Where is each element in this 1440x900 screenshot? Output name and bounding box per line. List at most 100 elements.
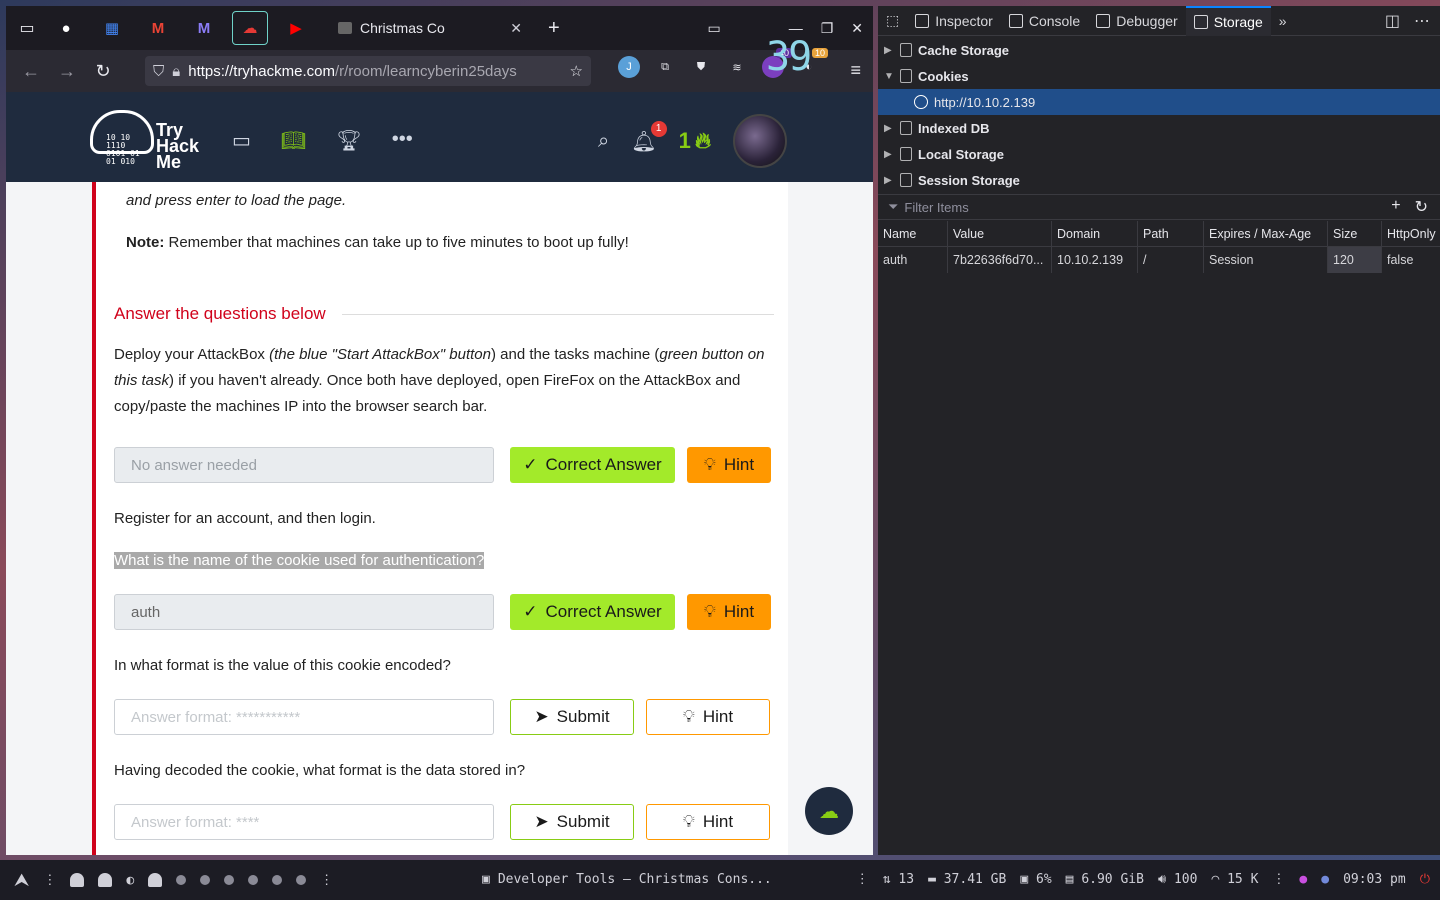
dashboard-icon[interactable]: ▭: [232, 128, 251, 153]
memory-status[interactable]: ▤ 6.90 GiB: [1066, 872, 1144, 887]
tree-item-session-storage[interactable]: ▶ Session Storage: [878, 167, 1440, 193]
gmail-pinned-tab-icon[interactable]: M: [140, 11, 176, 45]
element-picker-icon[interactable]: ⬚: [878, 6, 907, 36]
q3-answer-field[interactable]: auth: [114, 594, 494, 630]
tryhackme-logo[interactable]: 10 10 1110 0101 01 01 010 Try Hack Me: [90, 108, 210, 171]
calendar-pinned-tab-icon[interactable]: ▦: [94, 11, 130, 45]
devtools-menu-icon[interactable]: ⋯: [1414, 11, 1430, 31]
tab-list-icon[interactable]: ▭: [707, 20, 720, 37]
chat-assistant-button[interactable]: ☁: [805, 787, 853, 835]
cookie-path-cell[interactable]: /: [1138, 247, 1204, 273]
search-icon[interactable]: ⌕: [598, 130, 609, 153]
tree-item-local-storage[interactable]: ▶ Local Storage: [878, 141, 1440, 167]
workspace-ghost-icon[interactable]: [148, 873, 163, 887]
cpu-status[interactable]: ▣ 6%: [1020, 872, 1051, 887]
column-header[interactable]: Expires / Max-Age: [1204, 220, 1328, 247]
q5-submit-button[interactable]: ➤ Submit: [510, 804, 634, 840]
new-tab-icon[interactable]: +: [548, 17, 560, 40]
column-header[interactable]: Path: [1138, 220, 1204, 247]
tree-item-indexed-db[interactable]: ▶ Indexed DB: [878, 115, 1440, 141]
tryhackme-pinned-tab-icon[interactable]: ☁: [232, 11, 268, 45]
add-item-icon[interactable]: +: [1391, 197, 1400, 217]
column-header[interactable]: Domain: [1052, 220, 1138, 247]
workspace-dot-icon[interactable]: [176, 875, 187, 885]
forward-icon[interactable]: →: [52, 56, 82, 86]
q4-submit-button[interactable]: ➤ Submit: [510, 699, 634, 735]
tree-item-cookies[interactable]: ▼ Cookies: [878, 63, 1440, 89]
tab-inspector[interactable]: Inspector: [907, 6, 1001, 36]
ublock-icon[interactable]: ⛊: [690, 56, 712, 78]
q3-correct-answer-button[interactable]: ✓ Correct Answer: [510, 594, 675, 630]
streak-counter[interactable]: 1 🔥︎: [679, 128, 711, 154]
menu-icon[interactable]: ≡: [850, 60, 861, 81]
workspace-ghost-icon[interactable]: [70, 873, 85, 887]
reload-icon[interactable]: ↻: [88, 56, 118, 86]
tab-christmas[interactable]: Christmas Co ✕: [330, 11, 530, 45]
q4-answer-input[interactable]: Answer format: ***********: [114, 699, 494, 735]
workspace-pacman-icon[interactable]: ◐: [126, 873, 134, 888]
refresh-icon[interactable]: ↻: [1415, 197, 1428, 217]
workspace-dot-icon[interactable]: [224, 875, 235, 885]
column-header[interactable]: HttpOnly: [1382, 221, 1440, 247]
trophy-icon[interactable]: 🏆︎: [336, 128, 361, 153]
column-header[interactable]: Value: [948, 220, 1052, 247]
workspace-dot-icon[interactable]: [200, 875, 211, 885]
j-extension-icon[interactable]: J: [618, 56, 640, 78]
tab-debugger[interactable]: Debugger: [1088, 6, 1186, 36]
q5-hint-button[interactable]: 💡︎ Hint: [646, 804, 770, 840]
lock-icon[interactable]: 🔒︎: [172, 63, 180, 80]
network-status[interactable]: ◠ 15 K: [1211, 872, 1258, 887]
dock-side-icon[interactable]: ◫: [1385, 11, 1400, 31]
updates-status[interactable]: ⇅ 13: [883, 872, 914, 887]
cookie-value-cell[interactable]: 7b22636f6d70...: [948, 247, 1052, 273]
tree-item-cookie-origin[interactable]: http://10.10.2.139: [878, 89, 1440, 115]
cookie-domain-cell[interactable]: 10.10.2.139: [1052, 247, 1138, 273]
learn-book-icon[interactable]: 📖︎: [281, 128, 306, 153]
extensions-puzzle-icon[interactable]: ⧉: [654, 56, 676, 78]
more-tabs-chevron-icon[interactable]: »: [1271, 6, 1295, 36]
workspace-dot-icon[interactable]: [272, 875, 283, 885]
discord-tray-icon[interactable]: ●: [1321, 872, 1329, 887]
workspace-dot-icon[interactable]: [296, 875, 307, 885]
proton-mail-pinned-tab-icon[interactable]: M: [186, 11, 222, 45]
q5-answer-input[interactable]: Answer format: ****: [114, 804, 494, 840]
active-window-title[interactable]: ▣ Developer Tools — Christmas Cons...: [482, 872, 772, 887]
bookmark-star-icon[interactable]: ☆: [570, 62, 583, 80]
firefox-tray-icon[interactable]: ●: [1299, 872, 1307, 887]
cookie-expires-cell[interactable]: Session: [1204, 247, 1328, 273]
avatar[interactable]: [733, 114, 787, 168]
more-dots-icon[interactable]: •••: [392, 128, 413, 153]
bell-icon[interactable]: 🔔︎ 1: [631, 120, 667, 154]
q4-hint-button[interactable]: 💡︎ Hint: [646, 699, 770, 735]
restore-icon[interactable]: ❐: [821, 20, 834, 37]
close-window-icon[interactable]: ✕: [851, 20, 863, 37]
github-pinned-tab-icon[interactable]: ●: [48, 11, 84, 45]
q1-hint-button[interactable]: 💡︎ Hint: [687, 447, 771, 483]
q1-correct-answer-button[interactable]: ✓ Correct Answer: [510, 447, 675, 483]
cookie-httponly-cell[interactable]: false: [1382, 247, 1440, 273]
tab-overview-icon[interactable]: ▭: [12, 13, 42, 43]
back-icon[interactable]: ←: [16, 56, 46, 86]
url-bar[interactable]: ⛉ 🔒︎ https://tryhackme.com/r/room/learnc…: [145, 56, 591, 86]
volume-status[interactable]: 🔊︎ 100: [1158, 872, 1198, 887]
workspace-dot-icon[interactable]: [248, 875, 259, 885]
clock[interactable]: 09:03 pm: [1343, 872, 1406, 887]
disk-status[interactable]: ▬ 37.41 GB: [928, 872, 1006, 887]
q1-answer-field[interactable]: No answer needed: [114, 447, 494, 483]
tab-console[interactable]: Console: [1001, 6, 1088, 36]
workspace-ghost-icon[interactable]: [98, 873, 113, 887]
cookie-name-cell[interactable]: auth: [878, 247, 948, 273]
youtube-pinned-tab-icon[interactable]: ▶: [278, 11, 314, 45]
close-tab-icon[interactable]: ✕: [510, 20, 522, 37]
power-icon[interactable]: ⏻: [1420, 872, 1430, 887]
tree-item-cache-storage[interactable]: ▶ Cache Storage: [878, 37, 1440, 63]
table-row[interactable]: auth 7b22636f6d70... 10.10.2.139 / Sessi…: [878, 247, 1440, 273]
launcher-icon[interactable]: ⮝: [14, 870, 29, 891]
tab-storage[interactable]: Storage: [1185, 5, 1271, 36]
wappalyzer-icon[interactable]: ≋: [726, 56, 748, 78]
cookie-size-cell[interactable]: 120: [1328, 247, 1382, 273]
shield-icon[interactable]: ⛉: [153, 63, 164, 80]
q3-hint-button[interactable]: 💡︎ Hint: [687, 594, 771, 630]
column-header[interactable]: Name: [878, 220, 948, 247]
filter-bar[interactable]: ⏷ Filter Items + ↻: [878, 194, 1440, 220]
